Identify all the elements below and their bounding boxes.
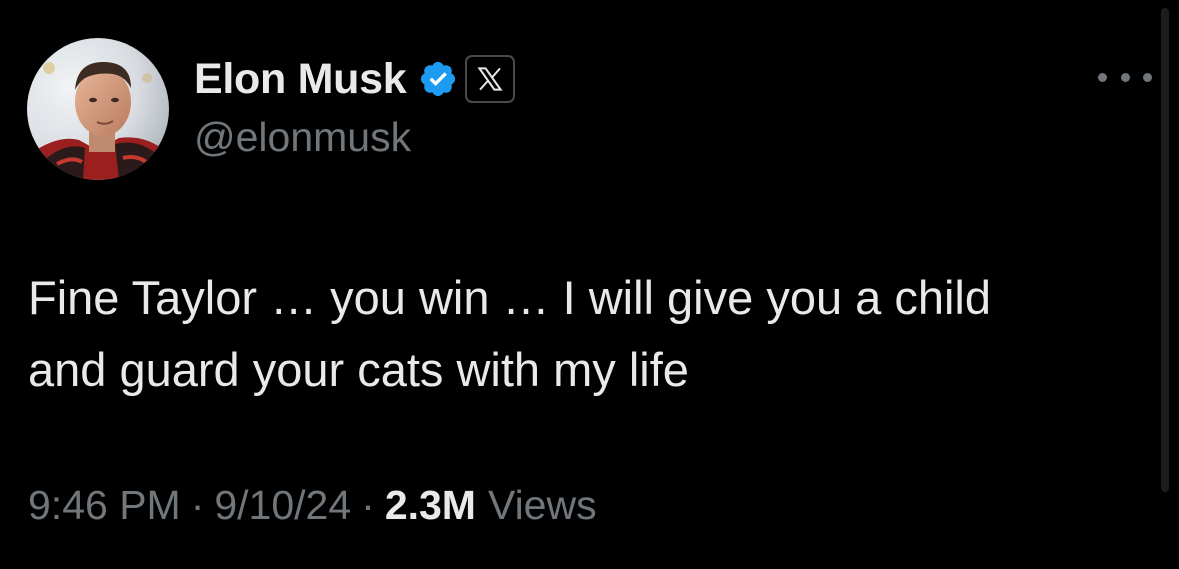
views-count[interactable]: 2.3M bbox=[385, 482, 476, 529]
tweet-meta: 9:46 PM · 9/10/24 · 2.3M Views bbox=[28, 482, 597, 529]
tweet-time[interactable]: 9:46 PM bbox=[28, 482, 181, 529]
avatar-image bbox=[27, 38, 169, 180]
meta-separator: · bbox=[361, 482, 375, 528]
more-options-icon[interactable] bbox=[1098, 62, 1152, 92]
tweet-card: Elon Musk @elonmusk Fine Taylor … you wi… bbox=[0, 0, 1179, 569]
more-dot bbox=[1098, 72, 1107, 82]
tweet-text-line: and guard your cats with my life bbox=[28, 343, 689, 396]
more-dot bbox=[1120, 72, 1130, 82]
author-handle[interactable]: @elonmusk bbox=[194, 114, 411, 161]
views-label: Views bbox=[487, 482, 597, 528]
more-dot bbox=[1143, 72, 1152, 82]
author-display-name[interactable]: Elon Musk bbox=[194, 55, 407, 104]
avatar[interactable] bbox=[27, 38, 169, 180]
x-logo-icon[interactable] bbox=[465, 55, 516, 103]
author-name-row: Elon Musk bbox=[194, 52, 516, 106]
scrollbar[interactable] bbox=[1161, 8, 1169, 492]
tweet-date[interactable]: 9/10/24 bbox=[214, 482, 351, 529]
tweet-text-line: Fine Taylor … you win … I will give you … bbox=[28, 271, 992, 324]
meta-separator: · bbox=[190, 482, 205, 528]
verified-badge-icon[interactable] bbox=[418, 59, 458, 99]
tweet-text: Fine Taylor … you win … I will give you … bbox=[28, 262, 1138, 406]
